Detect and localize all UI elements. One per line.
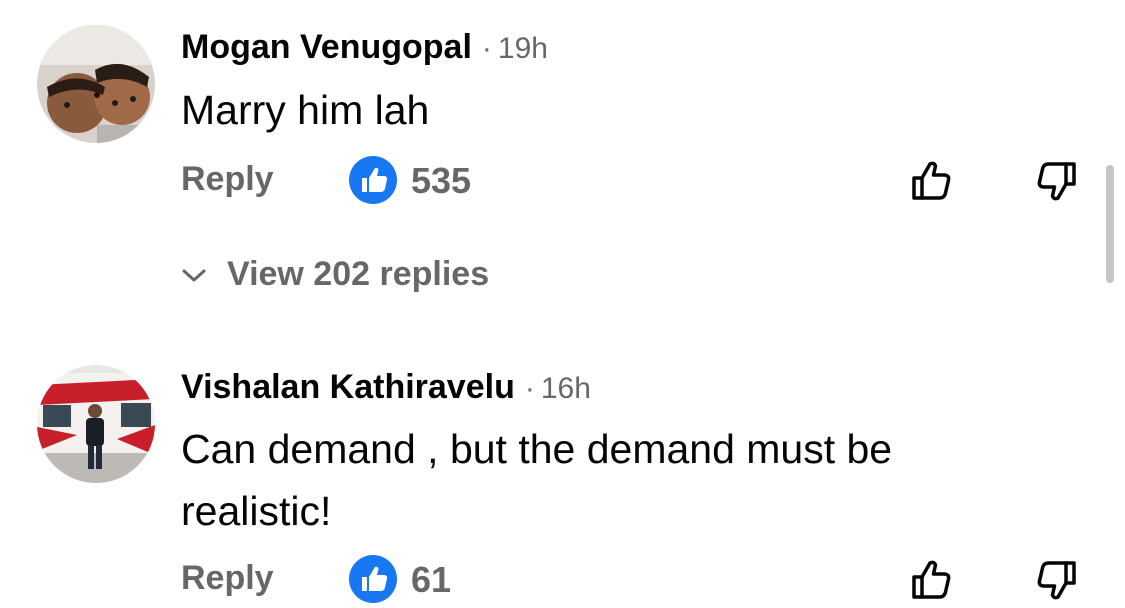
comment-text: Marry him lah [181, 87, 430, 133]
reply-button[interactable]: Reply [181, 160, 274, 199]
thumbs-up-icon[interactable] [908, 156, 958, 206]
avatar-photo [37, 365, 155, 483]
comment-text: Can demand , but the demand must be real… [181, 426, 893, 534]
separator-dot: · [481, 32, 492, 65]
author-name[interactable]: Vishalan Kathiravelu [181, 368, 515, 406]
scrollbar[interactable] [1106, 165, 1114, 283]
comment-header: Vishalan Kathiravelu · 16h [181, 368, 591, 407]
chevron-down-icon [182, 269, 206, 282]
separator-dot: · [524, 372, 535, 405]
like-count[interactable]: 535 [411, 160, 471, 202]
like-reaction-icon [349, 156, 397, 204]
view-replies-label: View 202 replies [227, 255, 490, 293]
thumbs-up-icon[interactable] [908, 555, 958, 605]
avatar-photo [37, 25, 155, 143]
thumbs-down-icon[interactable] [1030, 555, 1080, 605]
author-name[interactable]: Mogan Venugopal [181, 28, 472, 66]
thumbs-down-icon[interactable] [1030, 156, 1080, 206]
reply-button[interactable]: Reply [181, 559, 274, 598]
like-reaction-icon [349, 555, 397, 603]
avatar[interactable] [37, 25, 155, 143]
like-count[interactable]: 61 [411, 559, 451, 601]
avatar[interactable] [37, 365, 155, 483]
timestamp[interactable]: 19h [498, 32, 548, 65]
view-replies-link[interactable]: View 202 replies [181, 255, 489, 294]
comment-header: Mogan Venugopal · 19h [181, 28, 548, 67]
timestamp[interactable]: 16h [541, 372, 591, 405]
